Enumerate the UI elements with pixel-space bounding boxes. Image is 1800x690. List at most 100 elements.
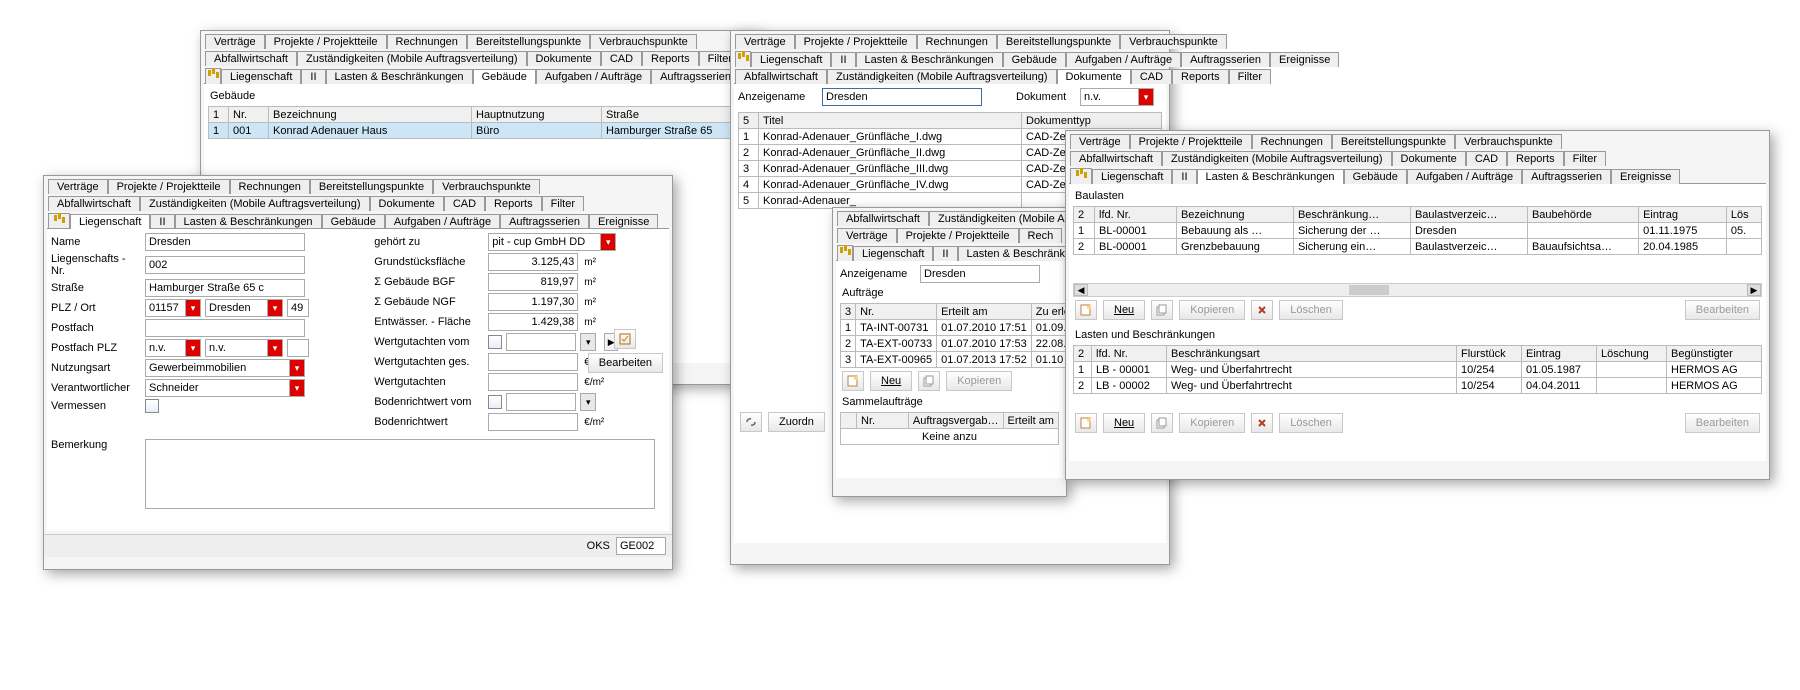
dd-pfort[interactable]: ▾ bbox=[267, 339, 283, 357]
input-oks[interactable] bbox=[616, 537, 666, 555]
tab-zustaendig[interactable]: Zuständigkeiten (Mobile Auftragsverteilu… bbox=[827, 69, 1057, 84]
kopieren-button[interactable]: Kopieren bbox=[1179, 413, 1245, 433]
chk-wgvom[interactable] bbox=[488, 335, 502, 349]
neu-button[interactable]: Neu bbox=[1103, 300, 1145, 320]
table-row[interactable]: 1BL-00001Bebauung als …Sicherung der …Dr… bbox=[1074, 223, 1762, 239]
tab-cad[interactable]: CAD bbox=[1131, 69, 1172, 84]
new-icon[interactable] bbox=[1075, 413, 1097, 433]
tab-abfall[interactable]: Abfallwirtschaft bbox=[205, 51, 297, 66]
tab-bereitstellung[interactable]: Bereitstellungspunkte bbox=[997, 34, 1120, 49]
input-ortcode[interactable] bbox=[287, 299, 309, 317]
tab-reports[interactable]: Reports bbox=[642, 51, 699, 66]
scroll-left-icon[interactable]: ◀ bbox=[1074, 284, 1088, 296]
tab-bereitstellung[interactable]: Bereitstellungspunkte bbox=[1332, 134, 1455, 149]
tab-verbrauch[interactable]: Verbrauchspunkte bbox=[590, 34, 697, 49]
kopieren-button[interactable]: Kopieren bbox=[946, 371, 1012, 391]
input-wgges[interactable] bbox=[488, 353, 578, 371]
tab-gebaeude[interactable]: Gebäude bbox=[322, 214, 385, 229]
tab-rech[interactable]: Rech bbox=[1019, 228, 1063, 243]
tab-cad[interactable]: CAD bbox=[601, 51, 642, 66]
scroll-right-icon[interactable]: ▶ bbox=[1747, 284, 1761, 296]
hscroll[interactable]: ◀ ▶ bbox=[1073, 283, 1762, 297]
tab-lasten[interactable]: Lasten & Beschränkungen bbox=[1197, 169, 1344, 184]
tab-auftragsserien[interactable]: Auftragsserien bbox=[500, 214, 589, 229]
tab-rechnungen[interactable]: Rechnungen bbox=[1252, 134, 1332, 149]
tab-lasten[interactable]: Lasten & Beschränkungen bbox=[856, 52, 1003, 67]
new-icon[interactable] bbox=[1075, 300, 1097, 320]
input-wg[interactable] bbox=[488, 373, 578, 391]
zuordnen-button[interactable]: Zuordn bbox=[768, 412, 825, 432]
tab-lasten[interactable]: Lasten & Beschränkungen bbox=[175, 214, 322, 229]
input-grundfl[interactable] bbox=[488, 253, 578, 271]
tab-abfall[interactable]: Abfallwirtschaft bbox=[48, 196, 140, 211]
table-gebaeude[interactable]: 1 Nr. Bezeichnung Hauptnutzung Straße 1 … bbox=[208, 106, 752, 139]
tab-lasten[interactable]: Lasten & Beschränkungen bbox=[326, 69, 473, 84]
input-pfort[interactable] bbox=[205, 339, 267, 357]
delete-icon[interactable] bbox=[1251, 413, 1273, 433]
tab-bereitstellung[interactable]: Bereitstellungspunkte bbox=[310, 179, 433, 194]
tab-ereignisse[interactable]: Ereignisse bbox=[1611, 169, 1680, 184]
tab-abfall[interactable]: Abfallwirtschaft bbox=[837, 211, 929, 226]
tab-filter[interactable]: Filter bbox=[1229, 69, 1271, 84]
tab-chart-icon[interactable] bbox=[205, 68, 221, 84]
input-ort[interactable] bbox=[205, 299, 267, 317]
tab-projekte[interactable]: Projekte / Projektteile bbox=[1130, 134, 1252, 149]
dd-plz[interactable]: ▾ bbox=[185, 299, 201, 317]
tab-ii[interactable]: II bbox=[1172, 169, 1196, 184]
loeschen-button[interactable]: Löschen bbox=[1279, 300, 1343, 320]
dd-dokument[interactable]: ▾ bbox=[1138, 88, 1154, 106]
tab-auftragsserien[interactable]: Auftragsserien bbox=[1181, 52, 1270, 67]
tab-reports[interactable]: Reports bbox=[1507, 151, 1564, 166]
copy-icon[interactable] bbox=[918, 371, 940, 391]
tab-gebaeude[interactable]: Gebäude bbox=[1003, 52, 1066, 67]
input-pfcode[interactable] bbox=[287, 339, 309, 357]
tab-projekte[interactable]: Projekte / Projektteile bbox=[795, 34, 917, 49]
table-row[interactable]: 2TA-EXT-0073301.07.2010 17:5322.08. bbox=[841, 336, 1075, 352]
bearbeiten-button[interactable]: Bearbeiten bbox=[588, 353, 663, 373]
input-nutzung[interactable] bbox=[145, 359, 289, 377]
tab-cad[interactable]: CAD bbox=[444, 196, 485, 211]
input-name[interactable] bbox=[145, 233, 305, 251]
tab-vertraege[interactable]: Verträge bbox=[48, 179, 108, 194]
tab-verbrauch[interactable]: Verbrauchspunkte bbox=[1120, 34, 1227, 49]
col-idx[interactable]: 1 bbox=[209, 107, 229, 123]
tab-liegenschaft[interactable]: Liegenschaft bbox=[853, 246, 933, 261]
tab-aufgaben[interactable]: Aufgaben / Aufträge bbox=[1407, 169, 1522, 184]
tab-gebaeude[interactable]: Gebäude bbox=[473, 69, 536, 84]
edit-icon-button[interactable] bbox=[614, 329, 636, 349]
tab-dokumente[interactable]: Dokumente bbox=[370, 196, 444, 211]
tab-abfall[interactable]: Abfallwirtschaft bbox=[1070, 151, 1162, 166]
tab-reports[interactable]: Reports bbox=[485, 196, 542, 211]
tab-ii[interactable]: II bbox=[933, 246, 957, 261]
input-pfplz[interactable] bbox=[145, 339, 185, 357]
neu-button[interactable]: Neu bbox=[870, 371, 912, 391]
dd-nutzung[interactable]: ▾ bbox=[289, 359, 305, 377]
col-bezeichnung[interactable]: Bezeichnung bbox=[269, 107, 472, 123]
kopieren-button[interactable]: Kopieren bbox=[1179, 300, 1245, 320]
scroll-thumb[interactable] bbox=[1349, 285, 1389, 295]
tab-projekte[interactable]: Projekte / Projektteile bbox=[265, 34, 387, 49]
tab-rechnungen[interactable]: Rechnungen bbox=[387, 34, 467, 49]
table-lasten[interactable]: 2 lfd. Nr. Beschränkungsart Flurstück Ei… bbox=[1073, 345, 1762, 394]
tab-vertraege[interactable]: Verträge bbox=[837, 228, 897, 243]
col-nr[interactable]: Nr. bbox=[229, 107, 269, 123]
tab-dokumente[interactable]: Dokumente bbox=[527, 51, 601, 66]
neu-button[interactable]: Neu bbox=[1103, 413, 1145, 433]
tab-ii[interactable]: II bbox=[831, 52, 855, 67]
table-row[interactable]: 1LB - 00001Weg- und Überfahrtrecht10/254… bbox=[1074, 362, 1762, 378]
tab-liegenschaft[interactable]: Liegenschaft bbox=[70, 214, 150, 229]
dd-pfplz[interactable]: ▾ bbox=[185, 339, 201, 357]
tab-ereignisse[interactable]: Ereignisse bbox=[1270, 52, 1339, 67]
tab-projekte[interactable]: Projekte / Projektteile bbox=[108, 179, 230, 194]
new-icon[interactable] bbox=[842, 371, 864, 391]
tab-aufgaben[interactable]: Aufgaben / Aufträge bbox=[385, 214, 500, 229]
checkbox-vermessen[interactable] bbox=[145, 399, 159, 413]
delete-icon[interactable] bbox=[1251, 300, 1273, 320]
table-row[interactable]: 1 001 Konrad Adenauer Haus Büro Hamburge… bbox=[209, 123, 752, 139]
tab-verbrauch[interactable]: Verbrauchspunkte bbox=[1455, 134, 1562, 149]
tab-chart-icon[interactable] bbox=[1070, 168, 1092, 184]
input-gehoertzu[interactable] bbox=[488, 233, 600, 251]
input-verantw[interactable] bbox=[145, 379, 289, 397]
input-anzeigename[interactable] bbox=[822, 88, 982, 106]
table-row[interactable]: 3TA-EXT-0096501.07.2013 17:5201.10 bbox=[841, 352, 1075, 368]
